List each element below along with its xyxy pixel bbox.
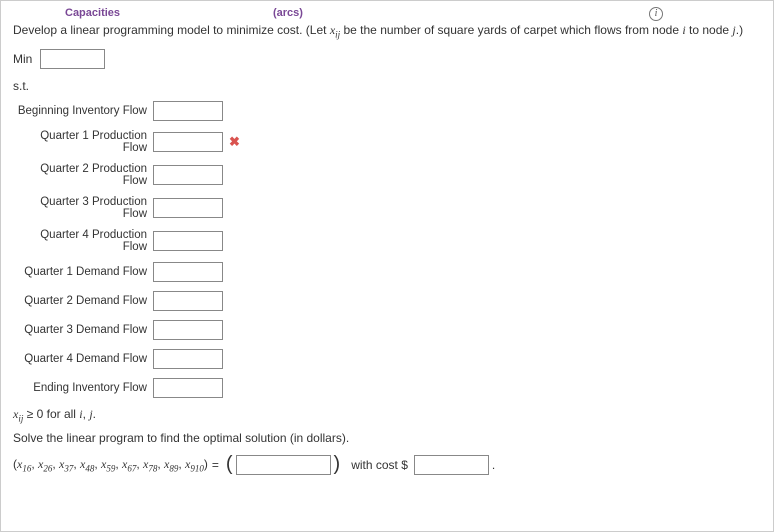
- q2-production-input[interactable]: [153, 165, 223, 185]
- constraint-label: Quarter 4 Production Flow: [13, 229, 153, 253]
- solve-instruction: Solve the linear program to find the opt…: [13, 431, 761, 445]
- constraint-label: Quarter 3 Demand Flow: [13, 324, 153, 336]
- solution-vector-input[interactable]: [236, 455, 331, 475]
- min-label: Min: [13, 52, 32, 66]
- ending-inventory-input[interactable]: [153, 378, 223, 398]
- header-arcs-label: (arcs): [273, 7, 473, 19]
- q1-demand-input[interactable]: [153, 262, 223, 282]
- solution-cost-input[interactable]: [414, 455, 489, 475]
- hint-icon[interactable]: i: [649, 7, 663, 21]
- problem-prompt: Develop a linear programming model to mi…: [13, 23, 761, 41]
- constraint-label: Ending Inventory Flow: [13, 382, 153, 394]
- q1-production-input[interactable]: [153, 132, 223, 152]
- constraint-label: Quarter 3 Production Flow: [13, 196, 153, 220]
- close-paren-icon: ): [334, 454, 341, 474]
- q3-production-input[interactable]: [153, 198, 223, 218]
- constraint-label: Beginning Inventory Flow: [13, 105, 153, 117]
- constraint-label: Quarter 2 Demand Flow: [13, 295, 153, 307]
- solution-vector-label: (x16, x26, x37, x48, x59, x67, x78, x89,…: [13, 457, 208, 473]
- q2-demand-input[interactable]: [153, 291, 223, 311]
- equals-sign: =: [212, 458, 219, 472]
- constraint-label: Quarter 4 Demand Flow: [13, 353, 153, 365]
- solution-row: (x16, x26, x37, x48, x59, x67, x78, x89,…: [13, 455, 761, 475]
- q4-production-input[interactable]: [153, 231, 223, 251]
- with-cost-label: with cost $: [351, 458, 408, 472]
- q4-demand-input[interactable]: [153, 349, 223, 369]
- objective-input[interactable]: [40, 49, 105, 69]
- header-capacities-label: Capacities: [13, 7, 273, 19]
- q3-demand-input[interactable]: [153, 320, 223, 340]
- beginning-inventory-input[interactable]: [153, 101, 223, 121]
- constraint-label: Quarter 1 Demand Flow: [13, 266, 153, 278]
- period-text: .: [492, 458, 495, 472]
- open-paren-icon: (: [226, 454, 233, 474]
- subject-to-label: s.t.: [13, 79, 761, 93]
- constraint-label: Quarter 1 Production Flow: [13, 130, 153, 154]
- incorrect-icon: ✖: [229, 134, 240, 150]
- nonnegativity-text: xij ≥ 0 for all i, j.: [13, 407, 761, 423]
- constraint-label: Quarter 2 Production Flow: [13, 163, 153, 187]
